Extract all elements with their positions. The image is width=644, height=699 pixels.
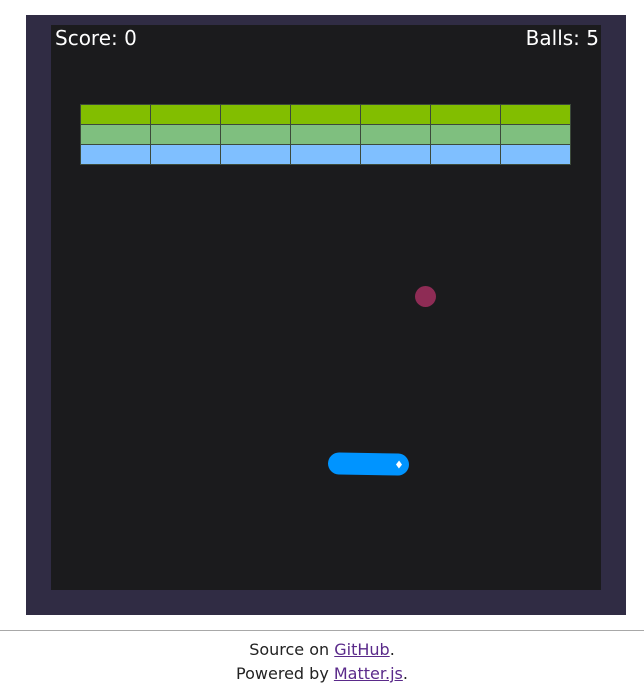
brick (150, 104, 221, 125)
source-prefix: Source on (249, 640, 335, 659)
balls-remaining-display: Balls: 5 (526, 26, 599, 50)
score-display: Score: 0 (55, 26, 137, 50)
paddle[interactable] (327, 452, 410, 476)
ball (415, 286, 436, 307)
brick (80, 124, 151, 145)
brick (430, 104, 501, 125)
source-suffix: . (389, 640, 395, 659)
brick (500, 104, 571, 125)
brick (80, 104, 151, 125)
powered-by-line: Powered by Matter.js. (0, 662, 644, 686)
powered-prefix: Powered by (236, 664, 334, 683)
game-frame: Score: 0 Balls: 5 (26, 15, 626, 615)
brick (500, 124, 571, 145)
matterjs-link[interactable]: Matter.js (334, 664, 403, 683)
brick-grid (80, 104, 571, 165)
game-canvas[interactable]: Score: 0 Balls: 5 (51, 25, 601, 590)
source-line: Source on GitHub. (0, 638, 644, 662)
brick (290, 144, 361, 165)
brick (150, 124, 221, 145)
powered-suffix: . (402, 664, 408, 683)
brick (220, 144, 291, 165)
brick (360, 124, 431, 145)
brick (80, 144, 151, 165)
brick (220, 124, 291, 145)
brick (290, 104, 361, 125)
brick (500, 144, 571, 165)
brick (430, 124, 501, 145)
brick (290, 124, 361, 145)
brick (360, 144, 431, 165)
balls-label: Balls: 5 (525, 26, 599, 50)
paddle-marker-icon (396, 460, 402, 468)
score-label: Score: 0 (55, 26, 137, 50)
brick (360, 104, 431, 125)
brick (150, 144, 221, 165)
brick (220, 104, 291, 125)
github-link[interactable]: GitHub (334, 640, 389, 659)
footer: Source on GitHub. Powered by Matter.js. (0, 638, 644, 686)
brick (430, 144, 501, 165)
footer-divider (0, 630, 644, 631)
